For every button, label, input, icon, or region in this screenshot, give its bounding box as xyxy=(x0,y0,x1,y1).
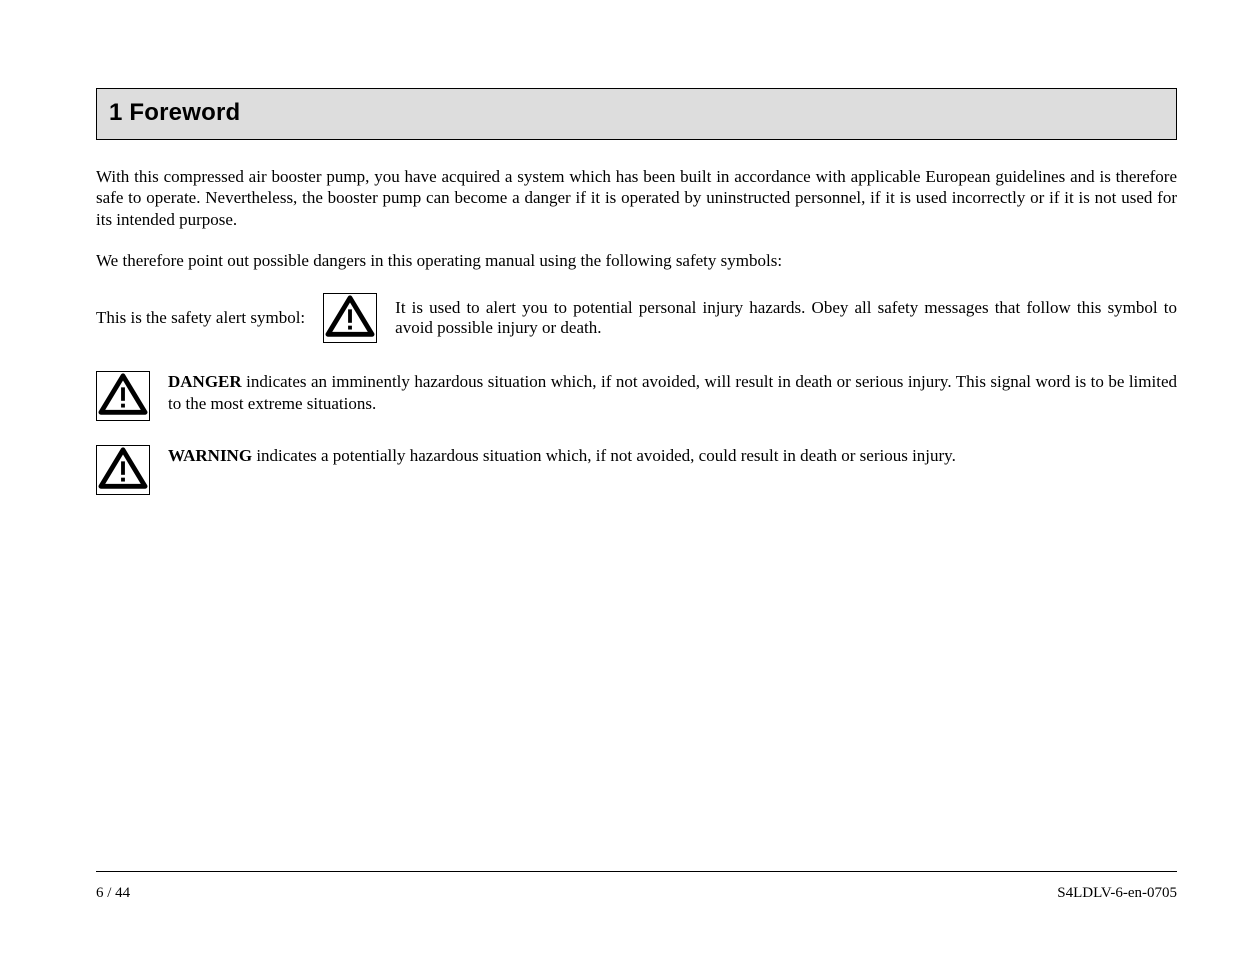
document-code: S4LDLV-6-en-0705 xyxy=(1057,885,1177,902)
danger-label: DANGER xyxy=(168,372,242,391)
intro-paragraph-1: With this compressed air booster pump, y… xyxy=(96,166,1177,230)
danger-block: DANGER indicates an imminently hazardous… xyxy=(96,371,1177,421)
safety-alert-lead: This is the safety alert symbol: xyxy=(96,308,305,328)
page-footer: 6 / 44 S4LDLV-6-en-0705 xyxy=(96,885,1177,902)
intro-paragraph-2: We therefore point out possible dangers … xyxy=(96,250,1177,271)
safety-alert-definition: This is the safety alert symbol: It is u… xyxy=(96,293,1177,343)
warning-block: WARNING indicates a potentially hazardou… xyxy=(96,445,1177,495)
danger-text: DANGER indicates an imminently hazardous… xyxy=(168,371,1177,415)
hazard-warning-icon xyxy=(96,371,150,421)
warning-description: indicates a potentially hazardous situat… xyxy=(252,446,956,465)
section-header-box: 1 Foreword xyxy=(96,88,1177,140)
warning-label: WARNING xyxy=(168,446,252,465)
page-number: 6 / 44 xyxy=(96,885,130,902)
footer-rule xyxy=(96,871,1177,872)
page: 1 Foreword With this compressed air boos… xyxy=(0,0,1235,954)
hazard-warning-icon xyxy=(323,293,377,343)
warning-text: WARNING indicates a potentially hazardou… xyxy=(168,445,956,467)
hazard-warning-icon xyxy=(96,445,150,495)
section-title: 1 Foreword xyxy=(109,99,1164,127)
danger-description: indicates an imminently hazardous situat… xyxy=(168,372,1177,413)
safety-alert-tail: It is used to alert you to potential per… xyxy=(395,298,1177,338)
